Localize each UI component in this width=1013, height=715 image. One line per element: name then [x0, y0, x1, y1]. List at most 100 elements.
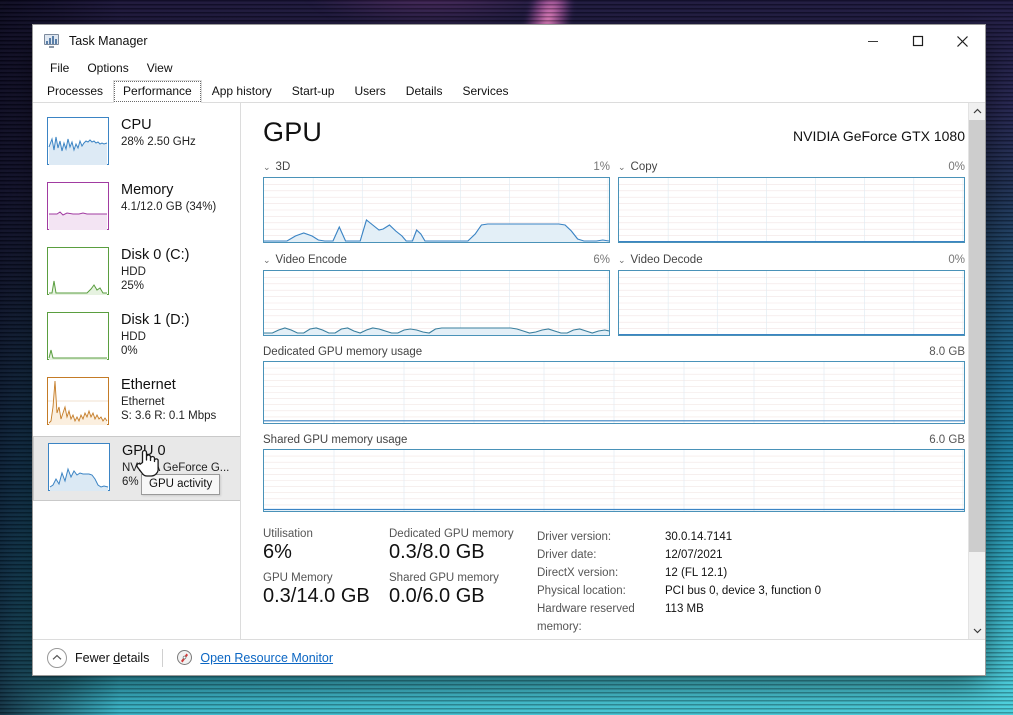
scrollbar-thumb[interactable] [968, 120, 985, 552]
resource-sidebar: CPU 28% 2.50 GHz Memory 4.1/12.0 GB (34%… [33, 103, 241, 639]
menu-item-file[interactable]: File [41, 59, 78, 77]
scrollbar-track[interactable] [968, 120, 985, 622]
footer-bar: Fewer details Open Resource Monitor [33, 639, 985, 675]
engine-cell-video-encode: ⌄ Video Encode 6% [263, 243, 610, 336]
engine-percent: 1% [593, 161, 610, 173]
tab-strip: Processes Performance App history Start-… [33, 79, 985, 103]
engine-cell-3d: ⌄ 3D 1% [263, 160, 610, 243]
engine-name: Video Decode [630, 254, 703, 266]
window-body: CPU 28% 2.50 GHz Memory 4.1/12.0 GB (34%… [33, 103, 985, 639]
engine-cell-video-decode: ⌄ Video Decode 0% [618, 243, 965, 336]
engine-label-video-encode[interactable]: ⌄ Video Encode 6% [263, 253, 610, 267]
info-key: DirectX version: [537, 567, 619, 579]
engine-label-video-decode[interactable]: ⌄ Video Decode 0% [618, 253, 965, 267]
info-row: Driver date: 12/07/2021 [537, 546, 965, 564]
fewer-details-button[interactable]: Fewer details [47, 647, 150, 668]
sidebar-item-detail: 28% 2.50 GHz [121, 135, 196, 148]
graph-3d [263, 177, 610, 243]
minimize-button[interactable] [850, 25, 895, 57]
sidebar-item-label: Disk 0 (C:) [121, 247, 190, 263]
scroll-down-arrow-icon[interactable] [969, 622, 986, 639]
engine-cell-copy: ⌄ Copy 0% [618, 160, 965, 243]
mouse-cursor-hand [134, 446, 160, 483]
info-row: DirectX version: 12 (FL 12.1) [537, 564, 965, 582]
info-row: Driver version: 30.0.14.7141 [537, 528, 965, 546]
scroll-up-arrow-icon[interactable] [969, 103, 986, 120]
stat-label-dedicated-gpu-memory: Dedicated GPU memory [389, 528, 514, 540]
stat-column-left: Utilisation 6% GPU Memory 0.3/14.0 GB [263, 528, 389, 636]
dedicated-memory-capacity: 8.0 GB [929, 346, 965, 358]
gpu-performance-panel: GPU NVIDIA GeForce GTX 1080 ⌄ 3D 1% ⌄ Co… [241, 103, 985, 639]
menu-item-options[interactable]: Options [78, 59, 137, 77]
stat-value-gpu-memory: 0.3/14.0 GB [263, 585, 370, 608]
shared-memory-label-row: Shared GPU memory usage 6.0 GB [263, 434, 965, 446]
info-value: 12 (FL 12.1) [665, 567, 728, 579]
sidebar-item-detail: 4.1/12.0 GB (34%) [121, 200, 217, 213]
tab-start-up[interactable]: Start-up [282, 80, 345, 103]
resource-monitor-icon [176, 649, 193, 666]
dedicated-memory-label-row: Dedicated GPU memory usage 8.0 GB [263, 346, 965, 358]
window-controls [850, 25, 985, 57]
chevron-down-icon[interactable]: ⌄ [263, 162, 271, 172]
engine-label-3d[interactable]: ⌄ 3D 1% [263, 160, 610, 174]
sidebar-item-detail-2: 0% [121, 344, 138, 357]
sidebar-item-ethernet[interactable]: Ethernet Ethernet S: 3.6 R: 0.1 Mbps [33, 371, 240, 436]
sidebar-item-label: CPU [121, 117, 152, 133]
stat-value-utilisation: 6% [263, 541, 292, 563]
close-button[interactable] [940, 25, 985, 57]
dedicated-memory-label: Dedicated GPU memory usage [263, 346, 423, 358]
fewer-details-label: Fewer details [75, 650, 150, 665]
cpu-thumbnail-graph [47, 117, 109, 165]
graph-video-encode [263, 270, 610, 336]
engine-percent: 0% [948, 161, 965, 173]
sidebar-item-cpu[interactable]: CPU 28% 2.50 GHz [33, 111, 240, 176]
chevron-down-icon[interactable]: ⌄ [618, 255, 626, 265]
footer-separator [162, 648, 164, 667]
sidebar-item-disk-0[interactable]: Disk 0 (C:) HDD 25% [33, 241, 240, 306]
graph-copy [618, 177, 965, 243]
sidebar-item-detail: HDD [121, 265, 146, 278]
tab-details[interactable]: Details [396, 80, 453, 103]
disk-0-thumbnail-graph [47, 247, 109, 295]
maximize-button[interactable] [895, 25, 940, 57]
gpu-model-label: NVIDIA GeForce GTX 1080 [793, 128, 965, 144]
shared-memory-capacity: 6.0 GB [929, 434, 965, 446]
menu-bar: File Options View [33, 57, 985, 79]
gpu-stats: Utilisation 6% GPU Memory 0.3/14.0 GB De… [263, 528, 965, 636]
menu-item-view[interactable]: View [138, 59, 182, 77]
engine-name: 3D [275, 161, 291, 173]
engine-label-copy[interactable]: ⌄ Copy 0% [618, 160, 965, 174]
tab-processes[interactable]: Processes [37, 80, 113, 103]
info-value: 12/07/2021 [665, 549, 723, 561]
info-key: Physical location: [537, 585, 626, 597]
chevron-down-icon[interactable]: ⌄ [618, 162, 626, 172]
info-row: Hardware reserved memory: 113 MB [537, 600, 965, 636]
info-key: Hardware reserved memory: [537, 603, 635, 633]
tab-app-history[interactable]: App history [202, 80, 282, 103]
sidebar-item-disk-1[interactable]: Disk 1 (D:) HDD 0% [33, 306, 240, 371]
stat-column-middle: Dedicated GPU memory 0.3/8.0 GB Shared G… [389, 528, 529, 636]
engine-percent: 6% [593, 254, 610, 266]
sidebar-item-detail-2: S: 3.6 R: 0.1 Mbps [121, 409, 217, 422]
stat-label-shared-gpu-memory: Shared GPU memory [389, 572, 499, 585]
panel-header: GPU NVIDIA GeForce GTX 1080 [263, 117, 965, 148]
info-key: Driver version: [537, 531, 612, 543]
chevron-up-circle-icon [47, 647, 67, 668]
stat-value-shared-gpu-memory: 0.0/6.0 GB [389, 585, 485, 608]
vertical-scrollbar[interactable] [968, 103, 985, 639]
open-resource-monitor-link[interactable]: Open Resource Monitor [200, 651, 333, 665]
sidebar-item-memory[interactable]: Memory 4.1/12.0 GB (34%) [33, 176, 240, 241]
sidebar-item-label: Disk 1 (D:) [121, 312, 190, 328]
graph-shared-gpu-memory [263, 449, 965, 512]
ethernet-thumbnail-graph [47, 377, 109, 425]
gpu-info-column: Driver version: 30.0.14.7141 Driver date… [529, 528, 965, 636]
sidebar-item-detail: Ethernet [121, 395, 165, 408]
tab-services[interactable]: Services [452, 80, 518, 103]
chevron-down-icon[interactable]: ⌄ [263, 255, 271, 265]
task-manager-window: Task Manager File Options View Processes… [33, 25, 985, 675]
sidebar-item-detail-2: 25% [121, 279, 145, 292]
window-title: Task Manager [69, 34, 148, 48]
engine-name: Copy [630, 161, 658, 173]
tab-users[interactable]: Users [344, 80, 395, 103]
tab-performance[interactable]: Performance [113, 80, 202, 103]
